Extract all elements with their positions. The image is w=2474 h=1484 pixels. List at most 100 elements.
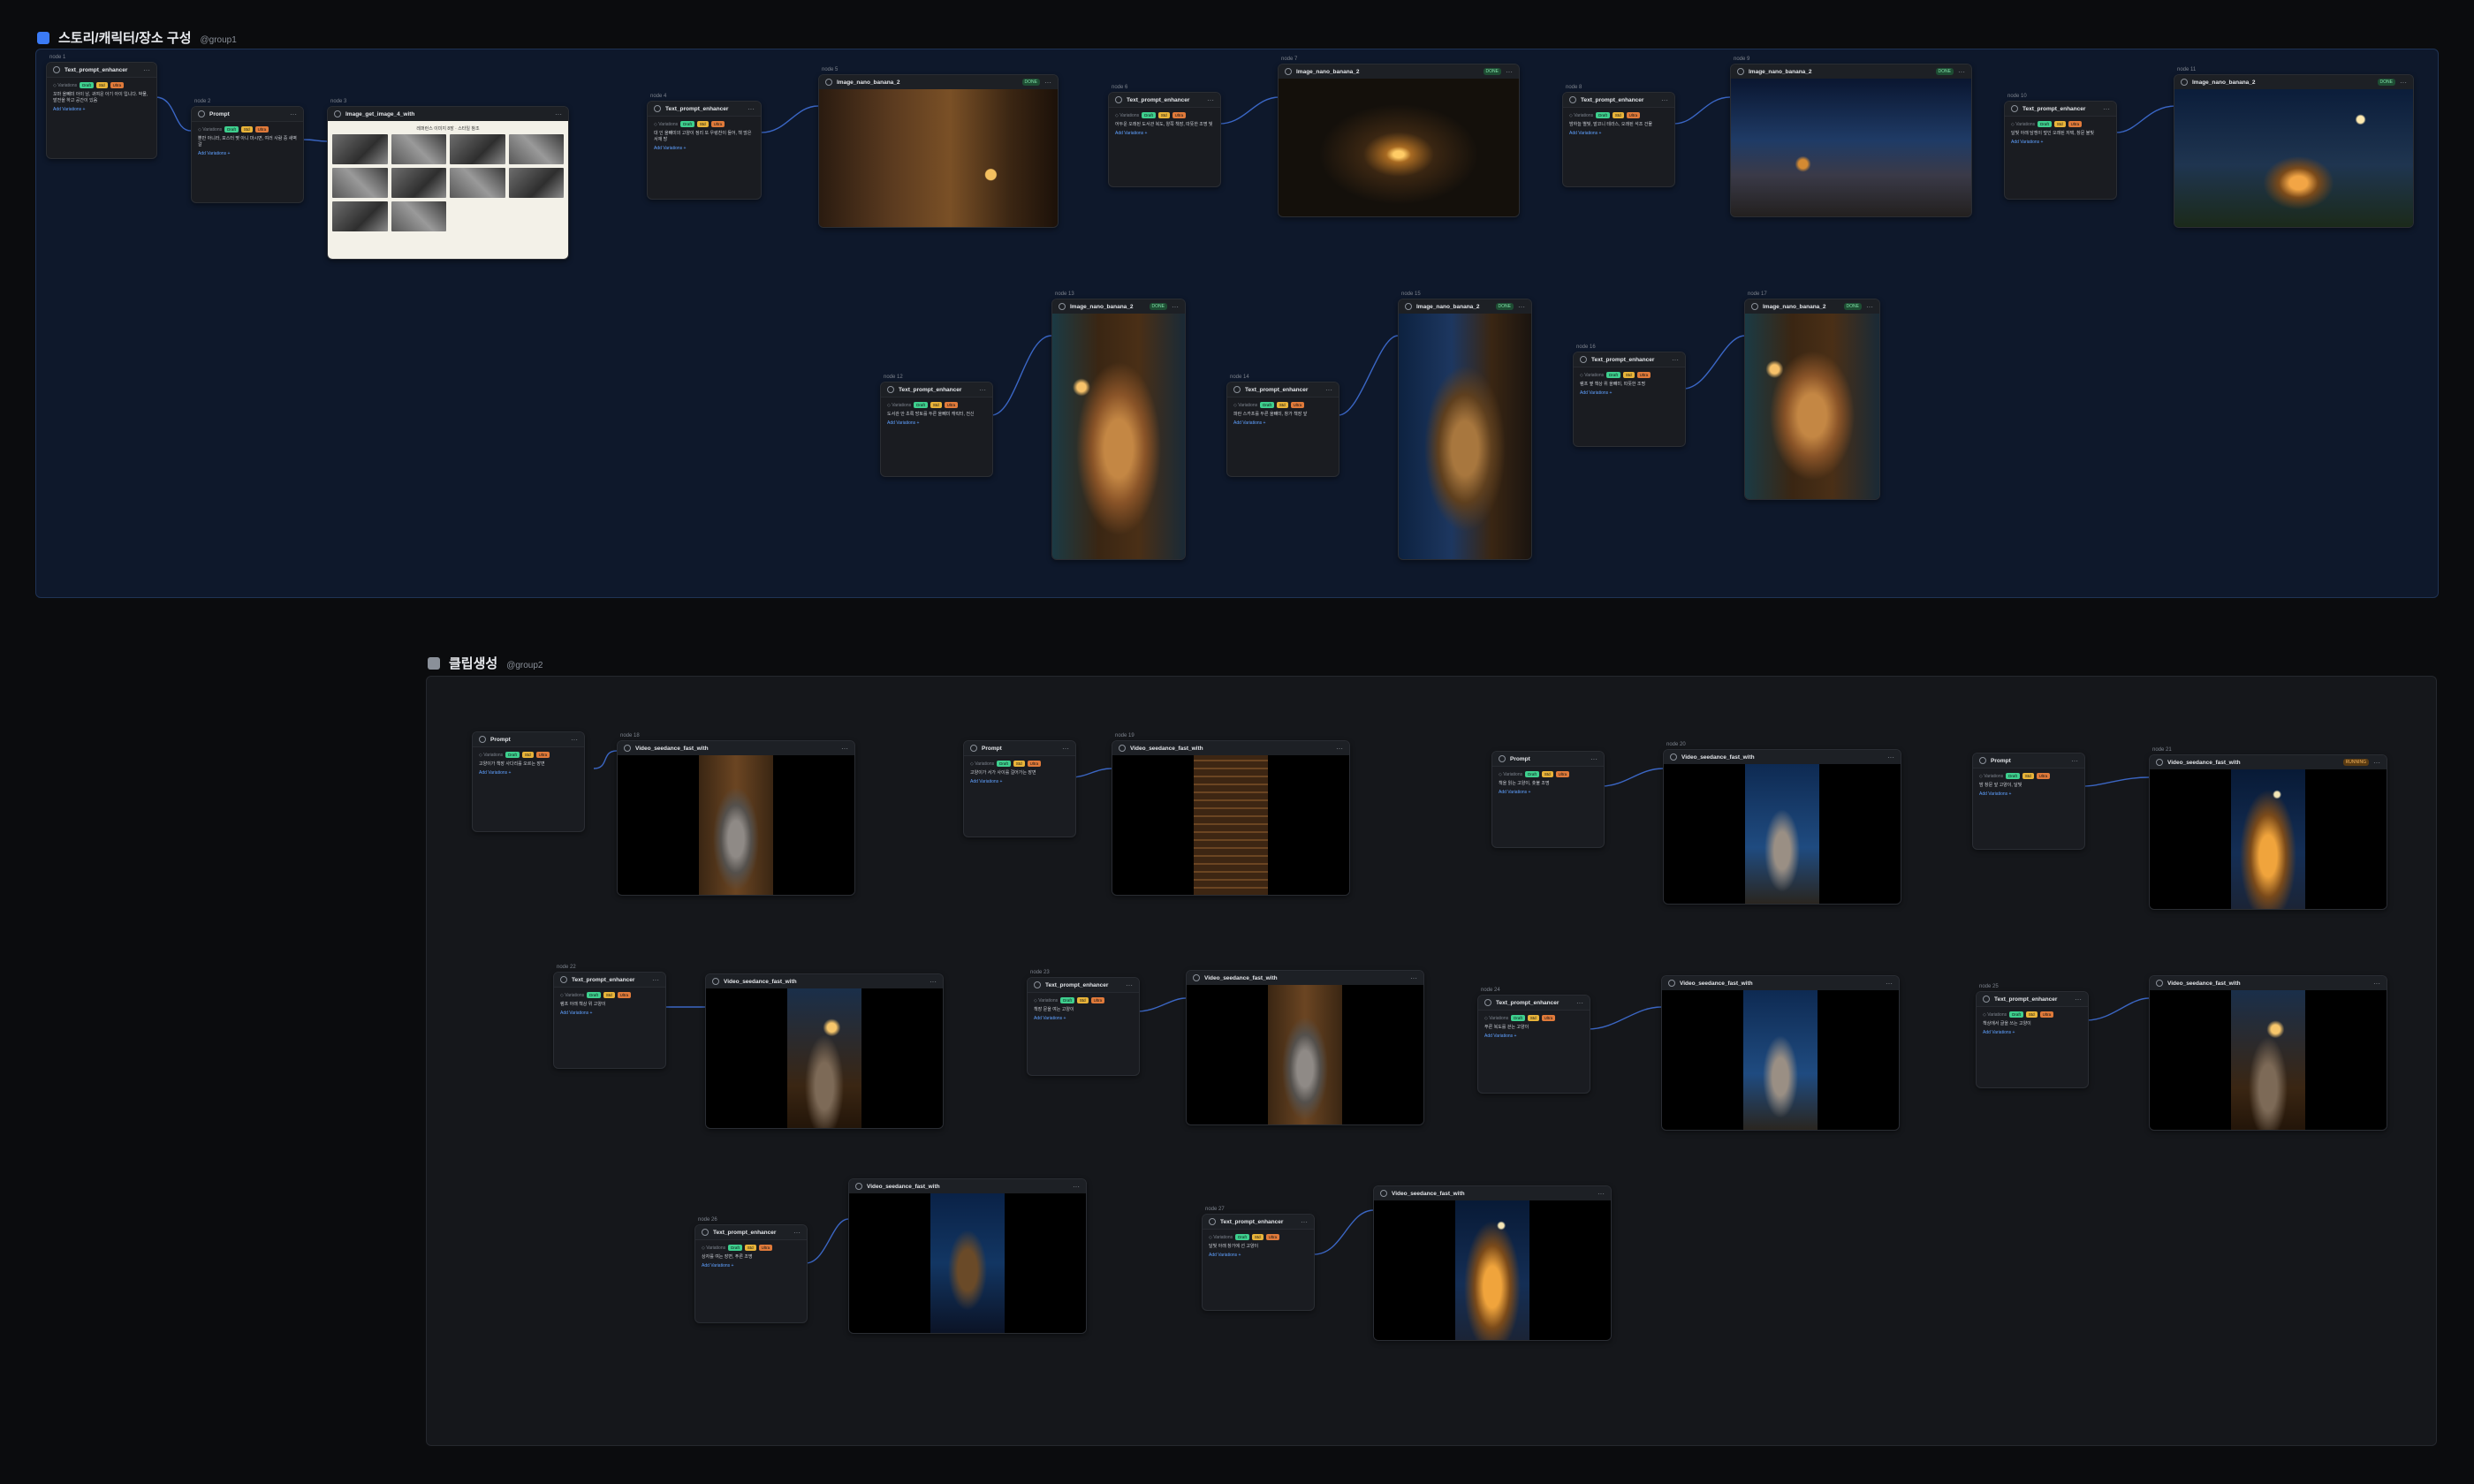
tag-std[interactable]: Std <box>240 126 253 132</box>
video-preview[interactable] <box>2150 769 2387 909</box>
text-prompt-node[interactable]: Text_prompt_enhancer ··· ◇ Variations Draf… <box>1027 977 1140 1076</box>
prompt-text[interactable]: 고양이가 서가 사이를 걸어가는 장면 <box>964 768 1075 778</box>
add-variations-link[interactable]: Add Variations + <box>1109 130 1220 137</box>
tag-ultra[interactable]: Ultra <box>2039 1011 2054 1018</box>
tag-ultra[interactable]: Ultra <box>535 752 550 758</box>
group-title-story[interactable]: 스토리/캐릭터/장소 구성 @group1 <box>37 28 237 47</box>
tag-std[interactable]: Std <box>930 402 942 408</box>
tag-ultra[interactable]: Ultra <box>1290 402 1305 408</box>
video-preview[interactable] <box>1664 764 1901 904</box>
video-node[interactable]: Video_seedance_fast_with ··· <box>1663 749 1901 905</box>
text-prompt-node[interactable]: Text_prompt_enhancer ··· ◇ Variations Draf… <box>1108 92 1221 187</box>
text-prompt-node[interactable]: Text_prompt_enhancer ··· ◇ Variations Draf… <box>880 382 993 477</box>
image-node[interactable]: Image_nano_banana_2 DONE ··· <box>1398 299 1532 560</box>
node-menu-icon[interactable]: ··· <box>1301 1218 1308 1226</box>
tag-ultra[interactable]: Ultra <box>710 121 725 127</box>
image-node[interactable]: Image_nano_banana_2 DONE ··· <box>1744 299 1880 500</box>
prompt-text[interactable]: 책상에서 글을 쓰는 고양이 <box>1977 1019 2088 1029</box>
node-menu-icon[interactable]: ··· <box>1062 745 1069 753</box>
tag-ultra[interactable]: Ultra <box>254 126 269 132</box>
video-node[interactable]: Video_seedance_fast_with ··· <box>705 973 944 1129</box>
add-variations-link[interactable]: Add Variations + <box>47 106 156 113</box>
node-menu-icon[interactable]: ··· <box>1866 303 1873 311</box>
video-node[interactable]: Video_seedance_fast_with RUNNING ··· <box>2149 754 2387 910</box>
node-menu-icon[interactable]: ··· <box>1590 755 1597 763</box>
add-variations-link[interactable]: Add Variations + <box>1492 789 1604 796</box>
image-node[interactable]: Image_nano_banana_2 DONE ··· <box>818 74 1059 228</box>
video-preview[interactable] <box>1112 755 1349 895</box>
prompt-text[interactable]: 밤하늘 별빛, 발코니 테라스, 오래된 석조 건물 <box>1563 120 1674 130</box>
add-variations-link[interactable]: Add Variations + <box>192 150 303 157</box>
add-variations-link[interactable]: Add Variations + <box>1574 390 1685 397</box>
tag-std[interactable]: Std <box>603 992 615 998</box>
text-prompt-node[interactable]: Text_prompt_enhancer ··· ◇ Variations Draf… <box>694 1224 808 1323</box>
prompt-node[interactable]: Prompt ··· ◇ Variations Draft Std Ultra 뿐만 아… <box>191 106 304 203</box>
thumbnail[interactable] <box>391 134 446 164</box>
generated-image-ivy-house[interactable] <box>2174 89 2413 227</box>
tag-std[interactable]: Std <box>1157 112 1170 118</box>
tag-draft[interactable]: Draft <box>728 1245 742 1251</box>
tag-draft[interactable]: Draft <box>1142 112 1156 118</box>
tag-std[interactable]: Std <box>1076 997 1089 1003</box>
node-menu-icon[interactable]: ··· <box>1410 974 1417 982</box>
node-menu-icon[interactable]: ··· <box>1073 1183 1080 1191</box>
prompt-text[interactable]: 상자를 여는 장면, 푸른 조명 <box>695 1253 807 1262</box>
prompt-node[interactable]: Prompt ··· ◇ Variations Draft Std Ultra 고양이가… <box>963 740 1076 837</box>
tag-std[interactable]: Std <box>521 752 534 758</box>
node-menu-icon[interactable]: ··· <box>555 110 562 118</box>
node-menu-icon[interactable]: ··· <box>1044 79 1051 87</box>
tag-ultra[interactable]: Ultra <box>617 992 632 998</box>
tag-draft[interactable]: Draft <box>1525 771 1539 777</box>
prompt-text[interactable]: 꼬마 올빼미 아이 남, 귀여운 아기 아이 입니다. 박물, 발전을 하고 공… <box>47 90 156 106</box>
tag-draft[interactable]: Draft <box>80 82 94 88</box>
tag-std[interactable]: Std <box>696 121 709 127</box>
node-menu-icon[interactable]: ··· <box>793 1229 801 1237</box>
text-prompt-node[interactable]: Text_prompt_enhancer ··· ◇ Variations Draf… <box>1202 1214 1315 1311</box>
tag-draft[interactable]: Draft <box>224 126 239 132</box>
tag-ultra[interactable]: Ultra <box>1090 997 1105 1003</box>
prompt-text[interactable]: 푸른 복도를 걷는 고양이 <box>1478 1023 1590 1033</box>
generated-image-owl-cape[interactable] <box>1052 314 1185 559</box>
tag-draft[interactable]: Draft <box>1606 372 1620 378</box>
tag-draft[interactable]: Draft <box>1060 997 1074 1003</box>
tag-std[interactable]: Std <box>1622 372 1635 378</box>
video-preview[interactable] <box>1187 985 1423 1124</box>
tag-ultra[interactable]: Ultra <box>1636 372 1651 378</box>
tag-draft[interactable]: Draft <box>2006 773 2020 779</box>
tag-std[interactable]: Std <box>2053 121 2066 127</box>
node-menu-icon[interactable]: ··· <box>1958 68 1965 76</box>
thumbnail[interactable] <box>450 168 505 198</box>
prompt-node[interactable]: Prompt ··· ◇ Variations Draft Std Ultra 밤 창문… <box>1972 753 2085 850</box>
add-variations-link[interactable]: Add Variations + <box>1973 791 2084 798</box>
prompt-text[interactable]: 파란 스카프를 두른 올빼미, 창가 책장 앞 <box>1227 410 1339 420</box>
add-variations-link[interactable]: Add Variations + <box>1203 1252 1314 1259</box>
add-variations-link[interactable]: Add Variations + <box>1563 130 1674 137</box>
text-prompt-node[interactable]: Text_prompt_enhancer ··· ◇ Variations Draf… <box>1976 991 2089 1088</box>
node-menu-icon[interactable]: ··· <box>1661 96 1668 104</box>
thumbnail[interactable] <box>391 201 446 231</box>
thumbnail[interactable] <box>450 134 505 164</box>
add-variations-link[interactable]: Add Variations + <box>1977 1029 2088 1036</box>
image-reference-node[interactable]: Image_get_image_4_with ··· 레퍼런스 이미지 8장 · … <box>327 106 569 260</box>
prompt-text[interactable]: 책장 문을 여는 고양이 <box>1028 1005 1139 1015</box>
node-menu-icon[interactable]: ··· <box>571 736 578 744</box>
image-node[interactable]: Image_nano_banana_2 DONE ··· <box>2174 74 2414 228</box>
thumbnail[interactable] <box>332 168 388 198</box>
prompt-text[interactable]: 밤 창문 앞 고양이, 달빛 <box>1973 781 2084 791</box>
thumbnail[interactable] <box>391 168 446 198</box>
prompt-text[interactable]: 고양이가 책장 사다리를 오르는 장면 <box>473 760 584 769</box>
add-variations-link[interactable]: Add Variations + <box>695 1262 807 1269</box>
tag-std[interactable]: Std <box>1251 1234 1264 1240</box>
tag-draft[interactable]: Draft <box>1596 112 1610 118</box>
node-menu-icon[interactable]: ··· <box>748 105 755 113</box>
node-menu-icon[interactable]: ··· <box>1207 96 1214 104</box>
prompt-text[interactable]: 램프 옆 책상 위 올빼미, 따뜻한 조명 <box>1574 380 1685 390</box>
add-variations-link[interactable]: Add Variations + <box>1227 420 1339 427</box>
node-menu-icon[interactable]: ··· <box>930 978 937 986</box>
tag-draft[interactable]: Draft <box>997 761 1011 767</box>
tag-std[interactable]: Std <box>1541 771 1553 777</box>
prompt-text[interactable]: 어두운 오래된 도서관 복도, 양쪽 책장, 따뜻한 조명 빛 <box>1109 120 1220 130</box>
node-menu-icon[interactable]: ··· <box>1518 303 1525 311</box>
node-menu-icon[interactable]: ··· <box>1172 303 1179 311</box>
tag-ultra[interactable]: Ultra <box>110 82 125 88</box>
